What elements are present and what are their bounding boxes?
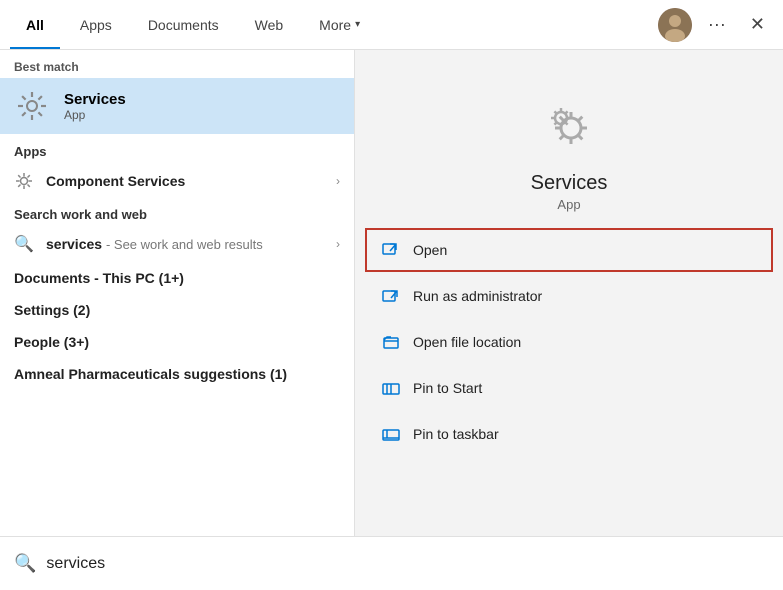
search-icon: 🔍 [14,234,34,254]
tab-more-label: More [319,17,351,33]
component-services-label: Component Services [46,173,324,189]
main-layout: Best match [0,50,783,536]
tab-documents-label: Documents [148,17,219,33]
people-section[interactable]: People (3+) [0,326,354,358]
left-panel: Best match [0,50,355,536]
right-panel: Services App Open [355,50,783,536]
right-app-type: App [557,197,580,212]
apps-section-label: Apps [0,134,354,163]
amneal-label: Amneal Pharmaceuticals suggestions (1) [14,366,340,382]
run-as-admin-action[interactable]: Run as administrator [365,274,773,318]
search-icon-bottom: 🔍 [14,553,36,574]
best-match-item[interactable]: Services App [0,78,354,134]
tab-more[interactable]: More ▾ [303,0,376,49]
open-label: Open [413,242,447,258]
search-web-label: Search work and web [0,199,354,226]
top-bar: All Apps Documents Web More ▾ ··· ✕ [0,0,783,50]
tab-apps-label: Apps [80,17,112,33]
tab-apps[interactable]: Apps [64,0,128,49]
close-button[interactable]: ✕ [742,10,773,39]
open-file-location-icon [381,332,401,352]
top-tabs: All Apps Documents Web More ▾ [10,0,658,49]
pin-to-taskbar-icon [381,424,401,444]
more-options-button[interactable]: ··· [700,10,734,39]
open-file-location-label: Open file location [413,334,521,350]
bottom-search-bar: 🔍 [0,536,783,590]
search-input[interactable] [46,555,769,573]
settings-section[interactable]: Settings (2) [0,294,354,326]
best-match-title: Services [64,91,126,108]
pin-to-taskbar-label: Pin to taskbar [413,426,499,442]
pin-to-start-icon [381,378,401,398]
chevron-right-icon-2: › [336,237,340,251]
open-icon [381,240,401,260]
pin-to-taskbar-action[interactable]: Pin to taskbar [365,412,773,456]
run-as-admin-label: Run as administrator [413,288,542,304]
run-as-admin-icon [381,286,401,306]
best-match-subtitle: App [64,108,126,122]
avatar[interactable] [658,8,692,42]
chevron-down-icon: ▾ [355,19,360,30]
component-services-icon [14,171,34,191]
right-actions: Open Run as administrator [355,228,783,456]
services-icon [14,88,50,124]
documents-label: Documents - This PC (1+) [14,270,340,286]
best-match-text: Services App [64,91,126,122]
right-app-icon [533,90,605,162]
search-web-item-label: services - See work and web results [46,236,324,252]
open-file-location-action[interactable]: Open file location [365,320,773,364]
component-services-item[interactable]: Component Services › [0,163,354,199]
documents-section[interactable]: Documents - This PC (1+) [0,262,354,294]
pin-to-start-action[interactable]: Pin to Start [365,366,773,410]
open-action[interactable]: Open [365,228,773,272]
tab-web-label: Web [255,17,284,33]
best-match-label: Best match [0,50,354,78]
tab-all-label: All [26,17,44,33]
top-bar-actions: ··· ✕ [658,8,773,42]
chevron-right-icon: › [336,174,340,188]
right-app-name: Services [531,172,608,195]
tab-documents[interactable]: Documents [132,0,235,49]
pin-to-start-label: Pin to Start [413,380,482,396]
right-app-info: Services App [355,70,783,228]
amneal-section[interactable]: Amneal Pharmaceuticals suggestions (1) [0,358,354,390]
search-web-item[interactable]: 🔍 services - See work and web results › [0,226,354,262]
tab-all[interactable]: All [10,0,60,49]
tab-web[interactable]: Web [239,0,300,49]
people-label: People (3+) [14,334,340,350]
settings-label: Settings (2) [14,302,340,318]
